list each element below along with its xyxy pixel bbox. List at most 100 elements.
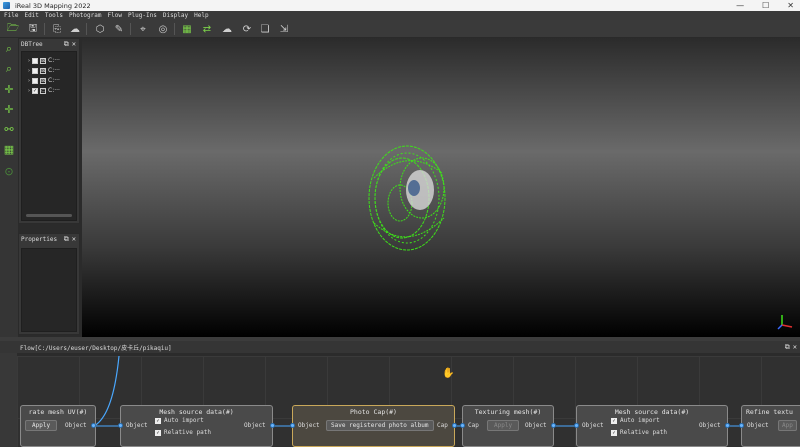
- axis-gizmo-icon: [777, 315, 793, 330]
- apply-button[interactable]: Apply: [25, 420, 58, 431]
- tree-item[interactable]: › ✓ ▭ C:···: [28, 86, 60, 95]
- input-port[interactable]: [290, 423, 295, 428]
- menu-plugins[interactable]: Plug-Ins: [128, 12, 157, 19]
- apply-button[interactable]: App: [778, 420, 797, 431]
- edit-mesh-icon[interactable]: ✎: [112, 22, 126, 36]
- menu-tools[interactable]: Tools: [45, 12, 63, 19]
- float-icon[interactable]: ⧉: [64, 40, 69, 49]
- menu-flow[interactable]: Flow: [107, 12, 121, 19]
- output-port[interactable]: [270, 423, 275, 428]
- float-icon[interactable]: ⧉: [64, 235, 69, 244]
- node-photo-cap[interactable]: Photo Cap(#) Object Save registered phot…: [290, 405, 457, 447]
- cloud-process-icon[interactable]: ☁: [220, 22, 234, 36]
- expand-icon[interactable]: ›: [28, 58, 30, 64]
- tree-item-label: C:···: [48, 77, 60, 84]
- mesh-render: [368, 145, 446, 251]
- export-icon[interactable]: ⇲: [277, 22, 291, 36]
- menu-edit[interactable]: Edit: [24, 12, 38, 19]
- auto-import-option[interactable]: ✓ Auto import: [611, 417, 660, 424]
- node-generate-mesh-uv[interactable]: rate mesh UV(#) Apply Object: [20, 405, 96, 447]
- open-folder-icon[interactable]: 🗁: [6, 22, 20, 36]
- menu-display[interactable]: Display: [163, 12, 188, 19]
- dbtree-header: DBTree ⧉ ✕: [19, 39, 79, 49]
- node-title: Texturing mesh(#): [474, 408, 542, 416]
- input-port[interactable]: [118, 423, 123, 428]
- close-icon[interactable]: ✕: [72, 40, 76, 49]
- expand-icon[interactable]: ›: [28, 78, 30, 84]
- properties-header: Properties ⧉ ✕: [19, 234, 79, 244]
- tree-checkbox[interactable]: ✓: [32, 87, 38, 94]
- input-port[interactable]: [574, 423, 579, 428]
- relative-path-label: Relative path: [164, 429, 211, 436]
- mesh-tool-icon[interactable]: ⬡: [93, 22, 107, 36]
- tree-checkbox[interactable]: [32, 67, 38, 74]
- close-icon[interactable]: ✕: [793, 343, 797, 352]
- input-port[interactable]: [739, 423, 744, 428]
- input-label: Object: [298, 422, 320, 429]
- menu-bar: File Edit Tools Photogram Flow Plug-Ins …: [0, 11, 800, 20]
- properties-panel: Properties ⧉ ✕: [18, 233, 80, 335]
- node-refine-texture[interactable]: Refine textu Object App: [739, 405, 800, 447]
- tree-item-label: C:···: [48, 87, 60, 94]
- output-port[interactable]: [725, 423, 730, 428]
- output-port[interactable]: [91, 423, 96, 428]
- output-port[interactable]: [452, 423, 457, 428]
- relative-path-checkbox[interactable]: ✓: [611, 429, 617, 436]
- axis-cross-icon[interactable]: ✛: [2, 82, 16, 96]
- input-label: Object: [126, 422, 148, 429]
- auto-import-option[interactable]: ✓ Auto import: [155, 417, 204, 424]
- point-icon[interactable]: ⊙: [2, 164, 16, 178]
- menu-file[interactable]: File: [4, 12, 18, 19]
- relative-path-checkbox[interactable]: ✓: [155, 429, 161, 436]
- import-icon[interactable]: ⎘: [50, 22, 64, 36]
- tree-checkbox[interactable]: [32, 57, 38, 64]
- relative-path-option[interactable]: ✓ Relative path: [155, 429, 211, 436]
- expand-icon[interactable]: ›: [28, 68, 30, 74]
- relative-path-option[interactable]: ✓ Relative path: [611, 429, 667, 436]
- float-icon[interactable]: ⧉: [785, 343, 790, 352]
- menu-photogram[interactable]: Photogram: [69, 12, 102, 19]
- flow-header: Flow[C:/Users/euser/Desktop/皮卡丘/pikaqiu]…: [0, 341, 800, 353]
- input-label: Cap: [468, 422, 479, 429]
- pick-point-icon[interactable]: ⌖: [136, 22, 150, 36]
- align-icon[interactable]: ⇄: [200, 22, 214, 36]
- node-title: Photo Cap(#): [350, 408, 397, 416]
- output-label: Object: [699, 422, 721, 429]
- node-graph-icon[interactable]: ⚯: [2, 122, 16, 136]
- camera-cluster-icon[interactable]: ▦: [180, 22, 194, 36]
- point-cloud-icon: ⊠: [40, 77, 46, 84]
- tree-item-label: C:···: [48, 57, 60, 64]
- save-icon[interactable]: 🖫: [26, 22, 40, 36]
- output-port[interactable]: [551, 423, 556, 428]
- refresh-icon[interactable]: ⟳: [240, 22, 254, 36]
- cloud-icon[interactable]: ☁: [68, 22, 82, 36]
- grid-icon[interactable]: ▦: [2, 142, 16, 156]
- input-label: Object: [582, 422, 604, 429]
- zoom-fit-icon[interactable]: ⌕: [2, 62, 16, 76]
- 3d-viewport[interactable]: [82, 38, 800, 337]
- menu-help[interactable]: Help: [194, 12, 208, 19]
- maximize-button[interactable]: ☐: [762, 1, 769, 10]
- minimize-button[interactable]: —: [736, 1, 744, 10]
- node-mesh-source-data[interactable]: Mesh source data(#) Object ✓ Auto import …: [574, 405, 730, 447]
- input-port[interactable]: [460, 423, 465, 428]
- node-texturing-mesh[interactable]: Texturing mesh(#) Cap Apply Object: [460, 405, 556, 447]
- target-icon[interactable]: ◎: [156, 22, 170, 36]
- auto-import-checkbox[interactable]: ✓: [611, 417, 617, 424]
- node-mesh-source-data[interactable]: Mesh source data(#) Object ✓ Auto import …: [118, 405, 275, 447]
- close-icon[interactable]: ✕: [72, 235, 76, 244]
- tree-item[interactable]: › ⊠ C:···: [28, 76, 60, 85]
- auto-import-checkbox[interactable]: ✓: [155, 417, 161, 424]
- close-button[interactable]: ✕: [787, 1, 794, 10]
- expand-icon[interactable]: ›: [28, 88, 30, 94]
- tree-item[interactable]: › ⊠ C:···: [28, 56, 60, 65]
- axis-move-icon[interactable]: ✛: [2, 102, 16, 116]
- tree-item[interactable]: › ⊠ C:···: [28, 66, 60, 75]
- apply-button[interactable]: Apply: [487, 420, 520, 431]
- zoom-in-icon[interactable]: ⌕: [2, 42, 16, 56]
- tree-checkbox[interactable]: [32, 77, 38, 84]
- dbtree-body: › ⊠ C:··· › ⊠ C:··· › ⊠ C:··· › ✓ ▭ C:··…: [21, 51, 77, 221]
- save-photo-album-button[interactable]: Save registered photo album: [326, 420, 434, 431]
- layers-icon[interactable]: ❏: [258, 22, 272, 36]
- horizontal-scrollbar[interactable]: [26, 214, 72, 217]
